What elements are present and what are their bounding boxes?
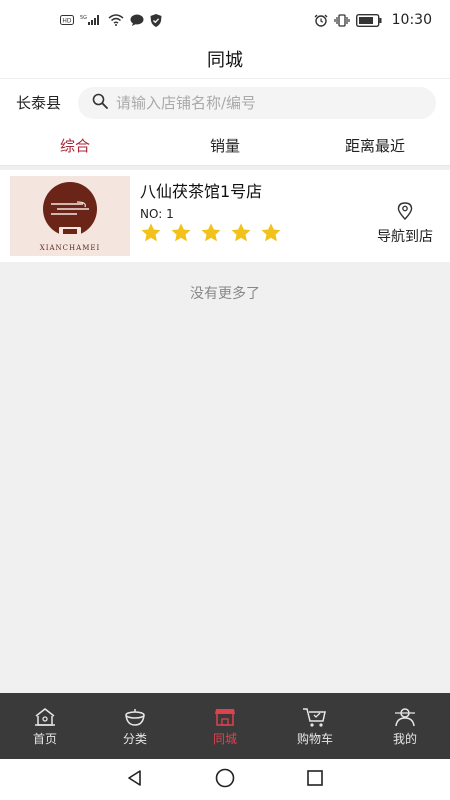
store-icon bbox=[215, 708, 235, 726]
logo-text: XIANCHAMEI bbox=[39, 244, 101, 252]
page-header: 同城 bbox=[0, 40, 450, 78]
no-more-text: 没有更多了 bbox=[190, 286, 260, 302]
category-icon bbox=[125, 708, 145, 726]
store-number: NO: 1 bbox=[140, 207, 174, 221]
nav-category[interactable]: 分类 bbox=[90, 693, 180, 759]
nav-profile[interactable]: 我的 bbox=[360, 693, 450, 759]
tab-sales[interactable]: 销量 bbox=[150, 126, 300, 165]
tab-nearest[interactable]: 距离最近 bbox=[300, 126, 450, 165]
shield-icon bbox=[150, 13, 162, 27]
system-nav-bar bbox=[0, 759, 450, 800]
star-icon bbox=[171, 223, 191, 242]
recents-icon[interactable] bbox=[305, 768, 325, 792]
hd-icon: HD bbox=[60, 15, 74, 25]
navigate-to-store-button[interactable]: 导航到店 bbox=[368, 202, 442, 246]
store-card[interactable]: XIANCHAMEI 八仙茯茶馆1号店 NO: 1 导航到店 bbox=[0, 170, 450, 262]
search-row: 长泰县 bbox=[0, 78, 450, 126]
nav-cart-label: 购物车 bbox=[296, 731, 333, 746]
cart-icon bbox=[303, 707, 326, 727]
sort-tabs: 综合 销量 距离最近 bbox=[0, 126, 450, 166]
star-icon bbox=[201, 223, 221, 242]
city-selector[interactable]: 长泰县 bbox=[16, 92, 78, 113]
back-icon[interactable] bbox=[125, 768, 145, 792]
clock: 10:30 bbox=[391, 12, 432, 28]
store-name[interactable]: 八仙茯茶馆1号店 bbox=[140, 178, 262, 202]
status-right: 10:30 bbox=[314, 12, 432, 28]
search-icon bbox=[92, 93, 108, 113]
message-icon bbox=[130, 14, 144, 26]
star-icon bbox=[141, 223, 161, 242]
nav-local[interactable]: 同城 bbox=[180, 693, 270, 759]
tab-comprehensive[interactable]: 综合 bbox=[0, 126, 150, 165]
svg-text:5G: 5G bbox=[80, 15, 87, 21]
location-pin-icon bbox=[397, 202, 413, 224]
home-circle-icon[interactable] bbox=[214, 767, 236, 793]
home-icon bbox=[35, 707, 55, 726]
star-icon bbox=[261, 223, 281, 242]
star-icon bbox=[231, 223, 251, 242]
store-logo: XIANCHAMEI bbox=[10, 176, 130, 256]
alarm-icon bbox=[314, 14, 328, 27]
teapot-logo-icon bbox=[43, 182, 97, 236]
search-box[interactable] bbox=[78, 86, 436, 119]
navigate-label: 导航到店 bbox=[377, 229, 433, 245]
nav-home-label: 首页 bbox=[32, 731, 57, 746]
nav-home[interactable]: 首页 bbox=[0, 693, 90, 759]
signal-icon: 5G bbox=[80, 14, 102, 26]
status-left: HD 5G bbox=[60, 13, 162, 27]
bottom-nav: 首页 分类 同城 购物车 我的 bbox=[0, 693, 450, 759]
nav-local-label: 同城 bbox=[212, 731, 237, 746]
wifi-icon bbox=[108, 14, 124, 26]
status-bar: HD 5G 10:30 bbox=[0, 0, 450, 40]
store-rating bbox=[140, 222, 282, 244]
profile-icon bbox=[395, 707, 415, 726]
page-title: 同城 bbox=[207, 50, 243, 71]
svg-text:HD: HD bbox=[62, 18, 72, 25]
search-input[interactable] bbox=[116, 93, 422, 112]
vibrate-icon bbox=[334, 13, 350, 27]
nav-category-label: 分类 bbox=[122, 731, 147, 746]
nav-cart[interactable]: 购物车 bbox=[270, 693, 360, 759]
battery-icon bbox=[355, 13, 382, 27]
nav-profile-label: 我的 bbox=[392, 731, 417, 746]
